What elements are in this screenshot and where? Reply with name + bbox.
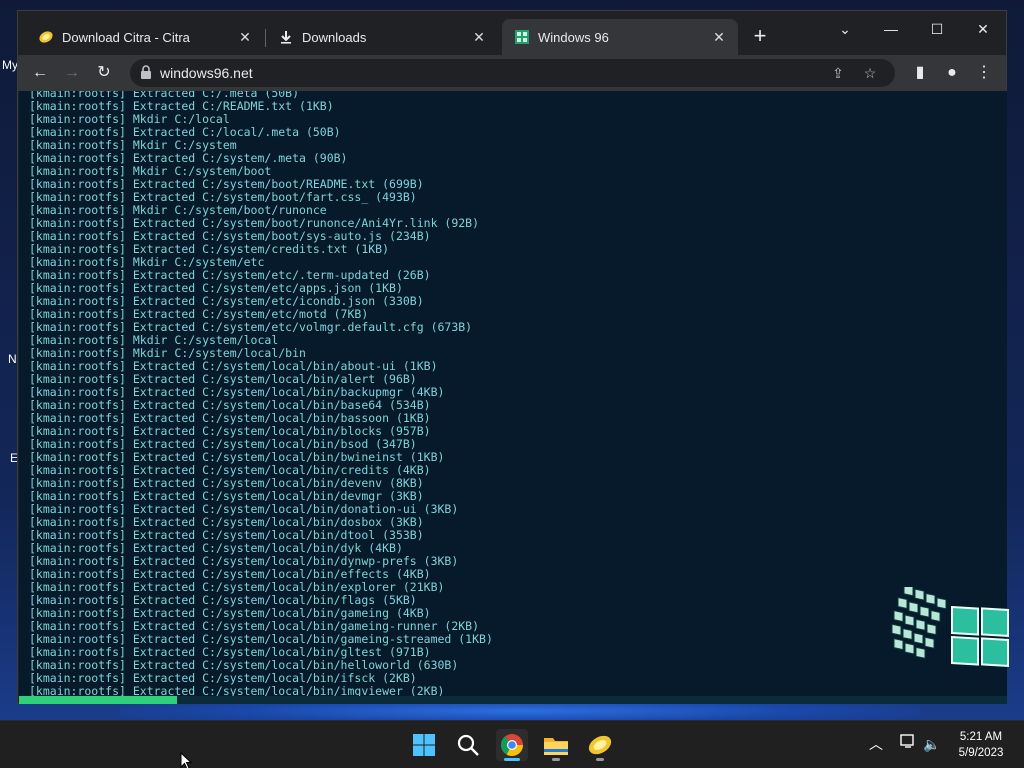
forward-button[interactable]: → bbox=[60, 61, 84, 85]
taskbar: ︿ 🔈 bbox=[0, 720, 1024, 768]
close-tab-icon[interactable]: ✕ bbox=[470, 28, 488, 46]
running-indicator bbox=[552, 758, 560, 761]
desktop-icon-label-1[interactable]: My bbox=[2, 58, 18, 72]
volume-icon[interactable]: 🔈 bbox=[922, 733, 942, 755]
side-panel-icon[interactable]: ▮ bbox=[908, 61, 932, 85]
tab-title: Downloads bbox=[302, 29, 367, 45]
search-icon bbox=[457, 734, 479, 756]
url-text[interactable]: windows96.net bbox=[160, 65, 253, 81]
minimize-button[interactable]: — bbox=[868, 15, 914, 43]
terminal-output: [kmain:rootfs] Extracted C:/.meta (50B)[… bbox=[19, 91, 1007, 696]
menu-icon[interactable]: ⋮ bbox=[972, 61, 996, 85]
maximize-button[interactable]: ☐ bbox=[914, 15, 960, 43]
browser-window: Download Citra - Citra ✕ Downloads ✕ Win… bbox=[17, 10, 1009, 704]
citra-icon bbox=[588, 735, 612, 755]
tab-search-chevron-icon[interactable]: ⌄ bbox=[822, 15, 868, 43]
citra-icon bbox=[38, 29, 54, 45]
tab-title: Download Citra - Citra bbox=[62, 29, 190, 45]
boot-progress-fill bbox=[19, 696, 178, 704]
profile-icon[interactable]: ● bbox=[940, 61, 964, 85]
terminal-line: [kmain:rootfs] Extracted C:/system/local… bbox=[29, 684, 445, 697]
clock-date: 5/9/2023 bbox=[958, 747, 1004, 759]
desktop-icon-label-2[interactable]: N bbox=[8, 352, 17, 366]
reload-button[interactable]: ↻ bbox=[92, 61, 116, 85]
browser-toolbar: ← → ↻ windows96.net ⇪ ☆ ▮ ● ⋮ bbox=[18, 55, 1006, 91]
close-window-button[interactable]: ✕ bbox=[960, 15, 1006, 43]
share-icon[interactable]: ⇪ bbox=[828, 63, 848, 83]
citra-app[interactable] bbox=[584, 729, 616, 761]
terminal-lines: [kmain:rootfs] Extracted C:/.meta (50B)[… bbox=[29, 91, 929, 696]
tab-citra[interactable]: Download Citra - Citra ✕ bbox=[26, 19, 264, 55]
running-indicator bbox=[596, 758, 604, 761]
close-tab-icon[interactable]: ✕ bbox=[710, 28, 728, 46]
tab-downloads[interactable]: Downloads ✕ bbox=[266, 19, 498, 55]
network-icon[interactable] bbox=[898, 733, 918, 755]
mouse-cursor-icon bbox=[180, 752, 192, 768]
tab-windows96[interactable]: Windows 96 ✕ bbox=[502, 19, 738, 55]
show-hidden-icons-chevron-icon[interactable]: ︿ bbox=[866, 733, 886, 755]
close-tab-icon[interactable]: ✕ bbox=[236, 28, 254, 46]
windows96-icon bbox=[514, 29, 530, 45]
new-tab-button[interactable]: + bbox=[748, 25, 772, 49]
search-button[interactable] bbox=[452, 729, 484, 761]
bookmark-star-icon[interactable]: ☆ bbox=[860, 63, 880, 83]
tab-strip: Download Citra - Citra ✕ Downloads ✕ Win… bbox=[18, 11, 1006, 55]
tab-title: Windows 96 bbox=[538, 29, 609, 45]
windows96-logo bbox=[886, 584, 1016, 697]
clock-time: 5:21 AM bbox=[959, 731, 1003, 743]
file-explorer-app[interactable] bbox=[540, 729, 572, 761]
address-bar[interactable]: windows96.net ⇪ ☆ bbox=[130, 59, 895, 87]
chrome-app[interactable] bbox=[496, 729, 528, 761]
download-icon bbox=[278, 29, 294, 45]
active-indicator bbox=[504, 758, 520, 761]
chrome-icon bbox=[501, 734, 523, 756]
windows-start-icon bbox=[413, 734, 435, 756]
lock-icon[interactable] bbox=[140, 65, 154, 81]
folder-icon bbox=[544, 738, 568, 755]
back-button[interactable]: ← bbox=[28, 61, 52, 85]
taskbar-clock[interactable]: 5:21 AM 5/9/2023 bbox=[946, 729, 1016, 761]
boot-progress-bar bbox=[19, 696, 1007, 704]
start-button[interactable] bbox=[408, 729, 440, 761]
